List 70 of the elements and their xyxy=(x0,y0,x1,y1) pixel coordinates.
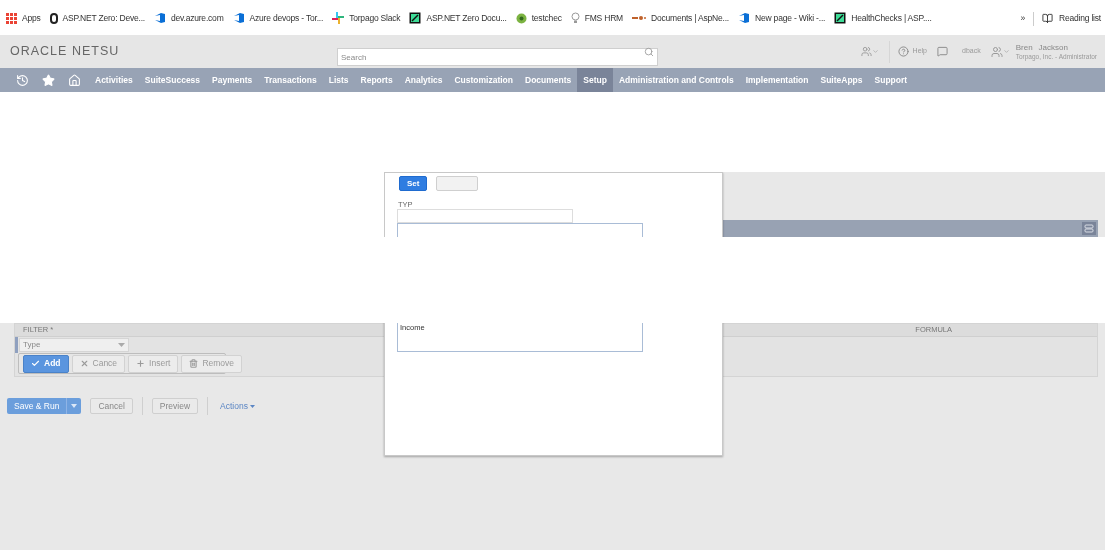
trash-icon xyxy=(189,359,199,368)
apps-grid-icon xyxy=(6,12,17,24)
bookmark-icon xyxy=(409,12,422,25)
bookmark-link[interactable]: dev.azure.com xyxy=(154,12,224,25)
type-input-field[interactable] xyxy=(397,209,573,223)
nav-tab[interactable]: Administration and Controls xyxy=(612,68,740,92)
cancel-button[interactable]: Cance xyxy=(71,354,126,373)
caret-icon xyxy=(249,404,255,408)
caret-icon xyxy=(118,343,125,347)
bookmark-link[interactable]: Apps xyxy=(6,12,41,25)
user-name-text: Bren xyxy=(1015,42,1033,52)
user-name-text: Jackson xyxy=(1038,42,1068,52)
bookmark-icon xyxy=(834,12,847,25)
nav-tab[interactable]: Lists xyxy=(322,68,355,92)
oracle-netsuite-logo: ORACLE NETSU xyxy=(10,43,121,61)
recent-icon[interactable] xyxy=(16,73,29,87)
cancel-button[interactable]: Cancel xyxy=(90,398,133,414)
reading-list-link[interactable]: Reading list xyxy=(1042,12,1101,25)
bookmark-link[interactable]: testchec xyxy=(515,12,562,25)
bookmark-icon xyxy=(232,12,245,25)
bookmark-link[interactable]: Azure devops - Tor... xyxy=(232,12,324,25)
nav-tab[interactable]: Customization xyxy=(448,68,519,92)
nav-tab[interactable]: Support xyxy=(868,68,914,92)
bookmark-link[interactable]: HealthChecks | ASP.... xyxy=(834,12,932,25)
nav-tab[interactable]: SuiteSuccess xyxy=(138,68,207,92)
nav-tab[interactable]: Implementation xyxy=(739,68,815,92)
search-icon xyxy=(644,46,654,57)
close-icon xyxy=(79,359,89,368)
nav-tab[interactable]: Analytics xyxy=(398,68,449,92)
bookmark-link[interactable]: Torpago Slack xyxy=(332,12,401,25)
save-and-run-button[interactable]: Save & Run xyxy=(7,398,82,414)
plus-icon xyxy=(136,359,146,368)
chat-bubble-icon[interactable] xyxy=(937,46,948,57)
bookmark-icon xyxy=(332,12,345,25)
actions-menu[interactable]: Actions xyxy=(220,399,255,413)
type-dropdown[interactable]: Type xyxy=(19,338,129,352)
bookmark-link[interactable]: New page - Wiki -... xyxy=(738,12,826,25)
insert-button[interactable]: Insert xyxy=(128,354,179,373)
add-button[interactable]: Add xyxy=(23,354,69,373)
bookmark-icon xyxy=(632,14,646,23)
bookmark-link[interactable]: FMS HRM xyxy=(570,12,623,25)
search-field[interactable]: Search xyxy=(337,48,658,66)
menu-icon[interactable] xyxy=(1082,222,1096,235)
reading-list-icon xyxy=(1042,12,1053,24)
help-icon[interactable] xyxy=(897,46,909,57)
check-icon xyxy=(31,359,40,368)
nav-tab[interactable]: Setup xyxy=(577,68,613,92)
star-icon[interactable] xyxy=(42,73,55,87)
home-icon[interactable] xyxy=(68,73,81,87)
bookmark-link[interactable]: Documents | AspNe... xyxy=(632,12,730,25)
blank-button[interactable] xyxy=(436,176,479,191)
bookmark-icon xyxy=(154,12,166,25)
nav-tab[interactable]: Documents xyxy=(519,68,578,92)
nav-tab[interactable]: SuiteApps xyxy=(814,68,869,92)
bookmark-icon xyxy=(515,12,527,24)
bookmark-link[interactable]: ASP.NET Zero: Deve... xyxy=(49,12,145,25)
nav-tab[interactable]: Transactions xyxy=(258,68,323,92)
more-bookmarks-chevron[interactable]: » xyxy=(1020,12,1025,25)
caret-icon xyxy=(71,404,78,408)
bookmark-link[interactable]: ASP.NET Zero Docu... xyxy=(409,12,507,25)
nav-tab[interactable]: Activities xyxy=(89,68,139,92)
set-button[interactable]: Set xyxy=(399,176,428,191)
user-roles-icon[interactable] xyxy=(990,45,1010,58)
nav-tab[interactable]: Reports xyxy=(354,68,399,92)
nav-tab[interactable]: Payments xyxy=(206,68,259,92)
remove-button[interactable]: Remove xyxy=(181,354,243,373)
preview-button[interactable]: Preview xyxy=(151,398,199,414)
bookmark-icon xyxy=(49,12,58,24)
bulb-icon xyxy=(570,12,580,25)
bookmark-icon xyxy=(738,12,751,25)
